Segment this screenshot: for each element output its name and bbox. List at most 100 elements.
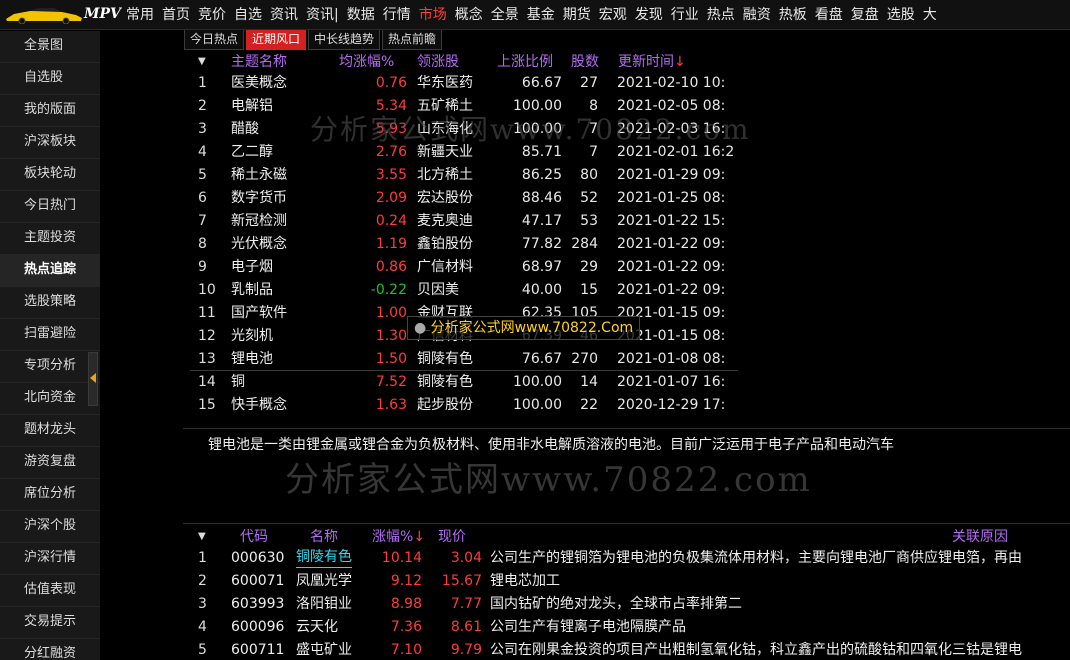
header-up-ratio[interactable]: 上涨比例	[497, 52, 553, 72]
menu-item[interactable]: 宏观	[595, 0, 631, 29]
header-code[interactable]: 代码	[240, 527, 268, 547]
menu-item[interactable]: 常用	[122, 0, 158, 29]
menu-item[interactable]: 热点	[703, 0, 739, 29]
stock-name[interactable]: 盛屯矿业	[296, 639, 352, 660]
leader-stock[interactable]: 铜陵有色	[417, 348, 473, 371]
header-change[interactable]: 涨幅%↓	[372, 527, 425, 547]
theme-name[interactable]: 新冠检测	[231, 210, 287, 233]
theme-name[interactable]: 电解铝	[231, 95, 273, 118]
leader-stock[interactable]: 北方稀土	[417, 164, 473, 187]
theme-name[interactable]: 乳制品	[231, 279, 273, 302]
sidebar-collapse-handle[interactable]	[88, 352, 98, 406]
sidebar-item[interactable]: 估值表现	[0, 575, 100, 607]
leader-stock[interactable]: 麦克奥迪	[417, 210, 473, 233]
header-name[interactable]: 名称	[310, 527, 338, 547]
menu-item[interactable]: 全景	[487, 0, 523, 29]
header-price[interactable]: 现价	[438, 527, 466, 547]
stock-header-dropdown-icon[interactable]: ▼	[198, 527, 206, 547]
sidebar-item[interactable]: 北向资金	[0, 383, 100, 415]
table-row[interactable]: 5 稀土永磁 3.55 北方稀土 86.25 80 2021-01-29 09:	[190, 164, 738, 187]
theme-name[interactable]: 锂电池	[231, 348, 273, 371]
stock-code[interactable]: 600071	[231, 570, 284, 593]
sidebar-item[interactable]: 沪深个股	[0, 511, 100, 543]
table-row[interactable]: 10 乳制品 -0.22 贝因美 40.00 15 2021-01-22 09:	[190, 279, 738, 302]
sidebar-item[interactable]: 沪深板块	[0, 127, 100, 159]
menu-item[interactable]: 行情	[379, 0, 415, 29]
menu-item[interactable]: 首页	[158, 0, 194, 29]
sidebar-item[interactable]: 题材龙头	[0, 415, 100, 447]
header-updated[interactable]: 更新时间↓	[618, 52, 686, 72]
table-row[interactable]: 8 光伏概念 1.19 鑫铂股份 77.82 284 2021-01-22 09:	[190, 233, 738, 256]
sidebar-item[interactable]: 选股策略	[0, 287, 100, 319]
sidebar-item[interactable]: 全景图	[0, 31, 100, 63]
table-row[interactable]: 5 600711 盛屯矿业 7.10 9.79 公司在刚果金投资的项目产出粗制氢氧化钴，科…	[190, 639, 1070, 660]
tab-item[interactable]: 热点前瞻	[382, 30, 443, 50]
leader-stock[interactable]: 铜陵有色	[417, 371, 473, 394]
sidebar-item[interactable]: 分红融资	[0, 639, 100, 660]
leader-stock[interactable]: 华东医药	[417, 72, 473, 95]
stock-name[interactable]: 凤凰光学	[296, 570, 352, 593]
leader-stock[interactable]: 起步股份	[417, 394, 473, 417]
header-leader[interactable]: 领涨股	[417, 52, 459, 72]
table-row[interactable]: 3 603993 洛阳钼业 8.98 7.77 国内钴矿的绝对龙头，全球市占率排第二	[190, 593, 1070, 616]
sidebar-item[interactable]: 自选股	[0, 63, 100, 95]
theme-name[interactable]: 国产软件	[231, 302, 287, 325]
theme-name[interactable]: 光刻机	[231, 325, 273, 348]
table-row[interactable]: 7 新冠检测 0.24 麦克奥迪 47.17 53 2021-01-22 15:	[190, 210, 738, 233]
header-theme-name[interactable]: 主题名称	[231, 52, 287, 72]
stock-code[interactable]: 603993	[231, 593, 284, 616]
leader-stock[interactable]: 鑫铂股份	[417, 233, 473, 256]
sidebar-item[interactable]: 游资复盘	[0, 447, 100, 479]
menu-item[interactable]: 概念	[451, 0, 487, 29]
menu-item[interactable]: 期货	[559, 0, 595, 29]
theme-name[interactable]: 医美概念	[231, 72, 287, 95]
leader-stock[interactable]: 贝因美	[417, 279, 459, 302]
table-row[interactable]: 14 铜 7.52 铜陵有色 100.00 14 2021-01-07 16:	[190, 371, 738, 394]
table-row[interactable]: 4 600096 云天化 7.36 8.61 公司生产有锂离子电池隔膜产品	[190, 616, 1070, 639]
stock-name[interactable]: 铜陵有色	[296, 547, 352, 568]
theme-name[interactable]: 乙二醇	[231, 141, 273, 164]
sidebar-item[interactable]: 今日热门	[0, 191, 100, 223]
menu-item[interactable]: 市场	[415, 0, 451, 29]
menu-item[interactable]: 热板	[775, 0, 811, 29]
theme-name[interactable]: 醋酸	[231, 118, 259, 141]
sidebar-item[interactable]: 专项分析	[0, 351, 100, 383]
leader-stock[interactable]: 宏达股份	[417, 187, 473, 210]
theme-name[interactable]: 光伏概念	[231, 233, 287, 256]
table-row[interactable]: 13 锂电池 1.50 铜陵有色 76.67 270 2021-01-08 08:	[190, 348, 738, 371]
stock-name[interactable]: 洛阳钼业	[296, 593, 352, 616]
tab-item[interactable]: 中长线趋势	[308, 30, 381, 50]
theme-name[interactable]: 数字货币	[231, 187, 287, 210]
table-row[interactable]: 2 600071 凤凰光学 9.12 15.67 锂电芯加工	[190, 570, 1070, 593]
menu-item[interactable]: 基金	[523, 0, 559, 29]
table-row[interactable]: 15 快手概念 1.63 起步股份 100.00 22 2020-12-29 17:	[190, 394, 738, 417]
header-avg-change[interactable]: 均涨幅%	[339, 52, 394, 72]
menu-item[interactable]: 大	[919, 0, 941, 29]
stock-code[interactable]: 600096	[231, 616, 284, 639]
sidebar-item[interactable]: 沪深行情	[0, 543, 100, 575]
menu-item[interactable]: 复盘	[847, 0, 883, 29]
table-row[interactable]: 1 医美概念 0.76 华东医药 66.67 27 2021-02-10 10:	[190, 72, 738, 95]
tab-item[interactable]: 今日热点	[184, 30, 245, 50]
leader-stock[interactable]: 广信材料	[417, 256, 473, 279]
table-row[interactable]: 1 000630 铜陵有色 10.14 3.04 公司生产的锂铜箔为锂电池的负极集流体用材…	[190, 547, 1070, 570]
sidebar-item[interactable]: 板块轮动	[0, 159, 100, 191]
theme-name[interactable]: 稀土永磁	[231, 164, 287, 187]
sidebar-item[interactable]: 主题投资	[0, 223, 100, 255]
menu-item[interactable]: 数据	[343, 0, 379, 29]
stock-code[interactable]: 600711	[231, 639, 284, 660]
menu-item[interactable]: 发现	[631, 0, 667, 29]
sidebar-item[interactable]: 我的版面	[0, 95, 100, 127]
sidebar-item[interactable]: 席位分析	[0, 479, 100, 511]
theme-name[interactable]: 电子烟	[231, 256, 273, 279]
menu-item[interactable]: 融资	[739, 0, 775, 29]
table-row[interactable]: 9 电子烟 0.86 广信材料 68.97 29 2021-01-22 09:	[190, 256, 738, 279]
header-reason[interactable]: 关联原因	[952, 527, 1008, 547]
sidebar-item[interactable]: 交易提示	[0, 607, 100, 639]
menu-item[interactable]: 资讯|	[302, 0, 343, 29]
header-count[interactable]: 股数	[571, 52, 599, 72]
sidebar-item[interactable]: 扫雷避险	[0, 319, 100, 351]
theme-name[interactable]: 快手概念	[231, 394, 287, 417]
stock-code[interactable]: 000630	[231, 547, 284, 570]
header-dropdown-icon[interactable]: ▼	[198, 52, 206, 72]
